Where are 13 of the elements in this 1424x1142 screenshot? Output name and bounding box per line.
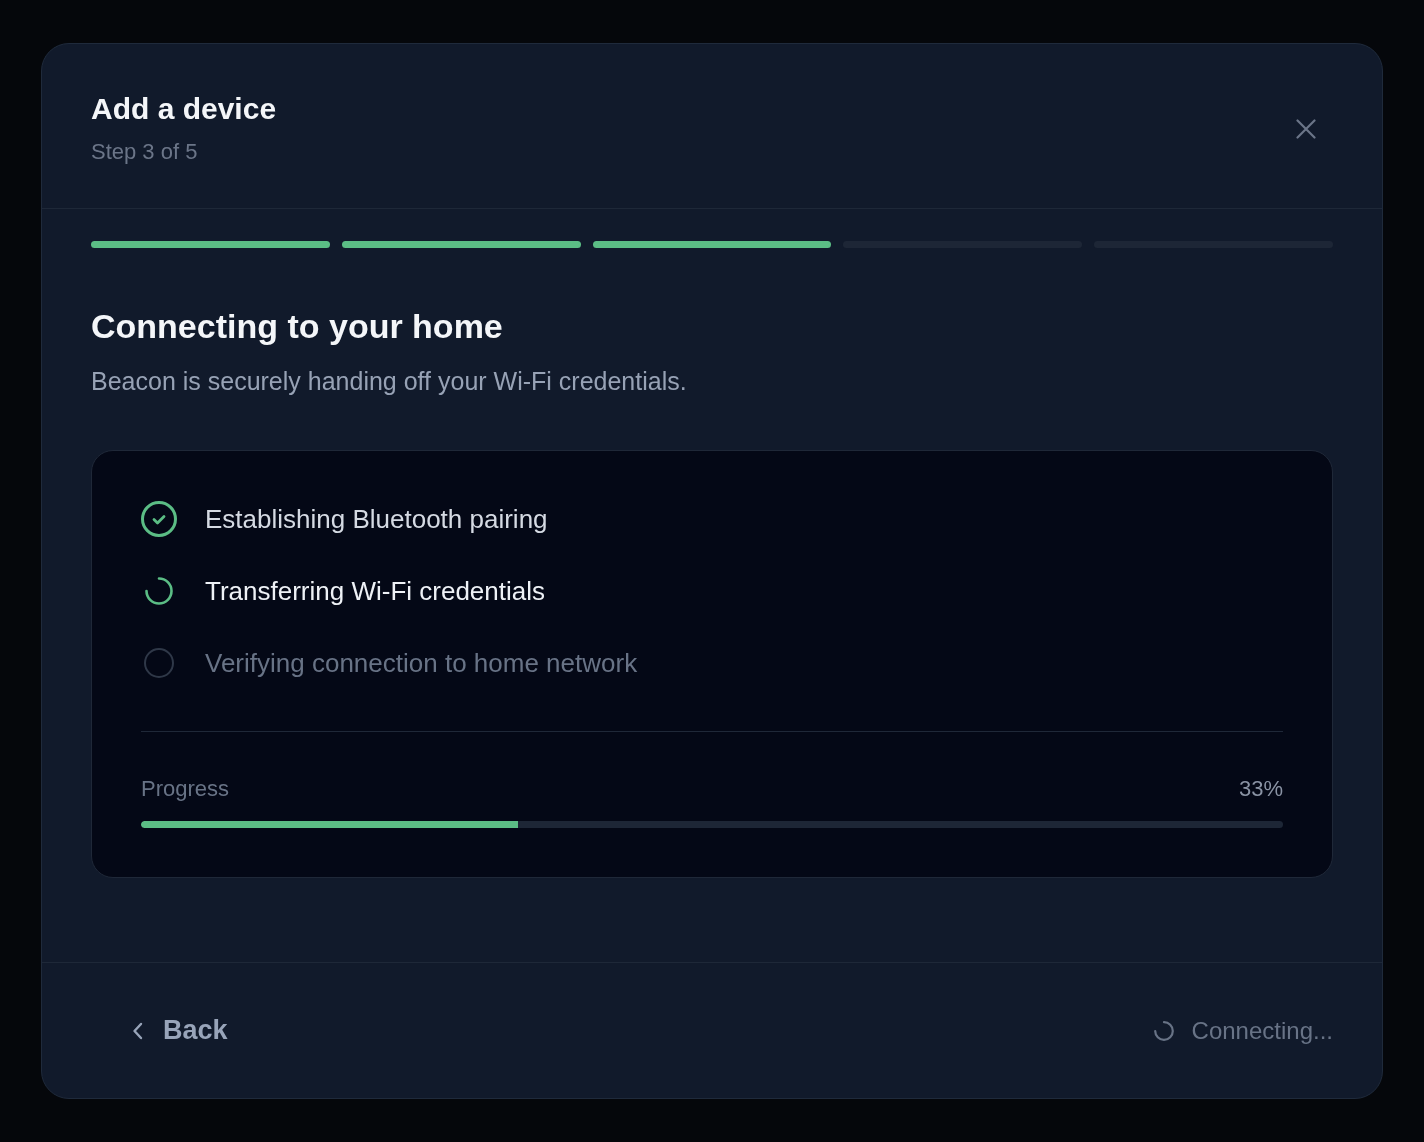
- step-counter: Step 3 of 5: [91, 138, 198, 166]
- task-label: Establishing Bluetooth pairing: [205, 503, 548, 535]
- dialog-title: Add a device: [91, 91, 277, 127]
- progress-label: Progress: [141, 775, 230, 803]
- close-icon: [1296, 118, 1316, 139]
- task-label: Verifying connection to home network: [205, 647, 638, 679]
- progress-value: 33%: [1238, 775, 1283, 803]
- section-heading: Connecting to your home: [91, 306, 503, 347]
- spinner-icon: [1153, 1020, 1174, 1041]
- task-label: Transferring Wi-Fi credentials: [205, 575, 545, 607]
- section-description: Beacon is securely handing off your Wi-Fi credentials.: [91, 366, 687, 397]
- chevron-left-icon: [132, 1021, 143, 1040]
- back-button[interactable]: Back: [120, 1005, 240, 1056]
